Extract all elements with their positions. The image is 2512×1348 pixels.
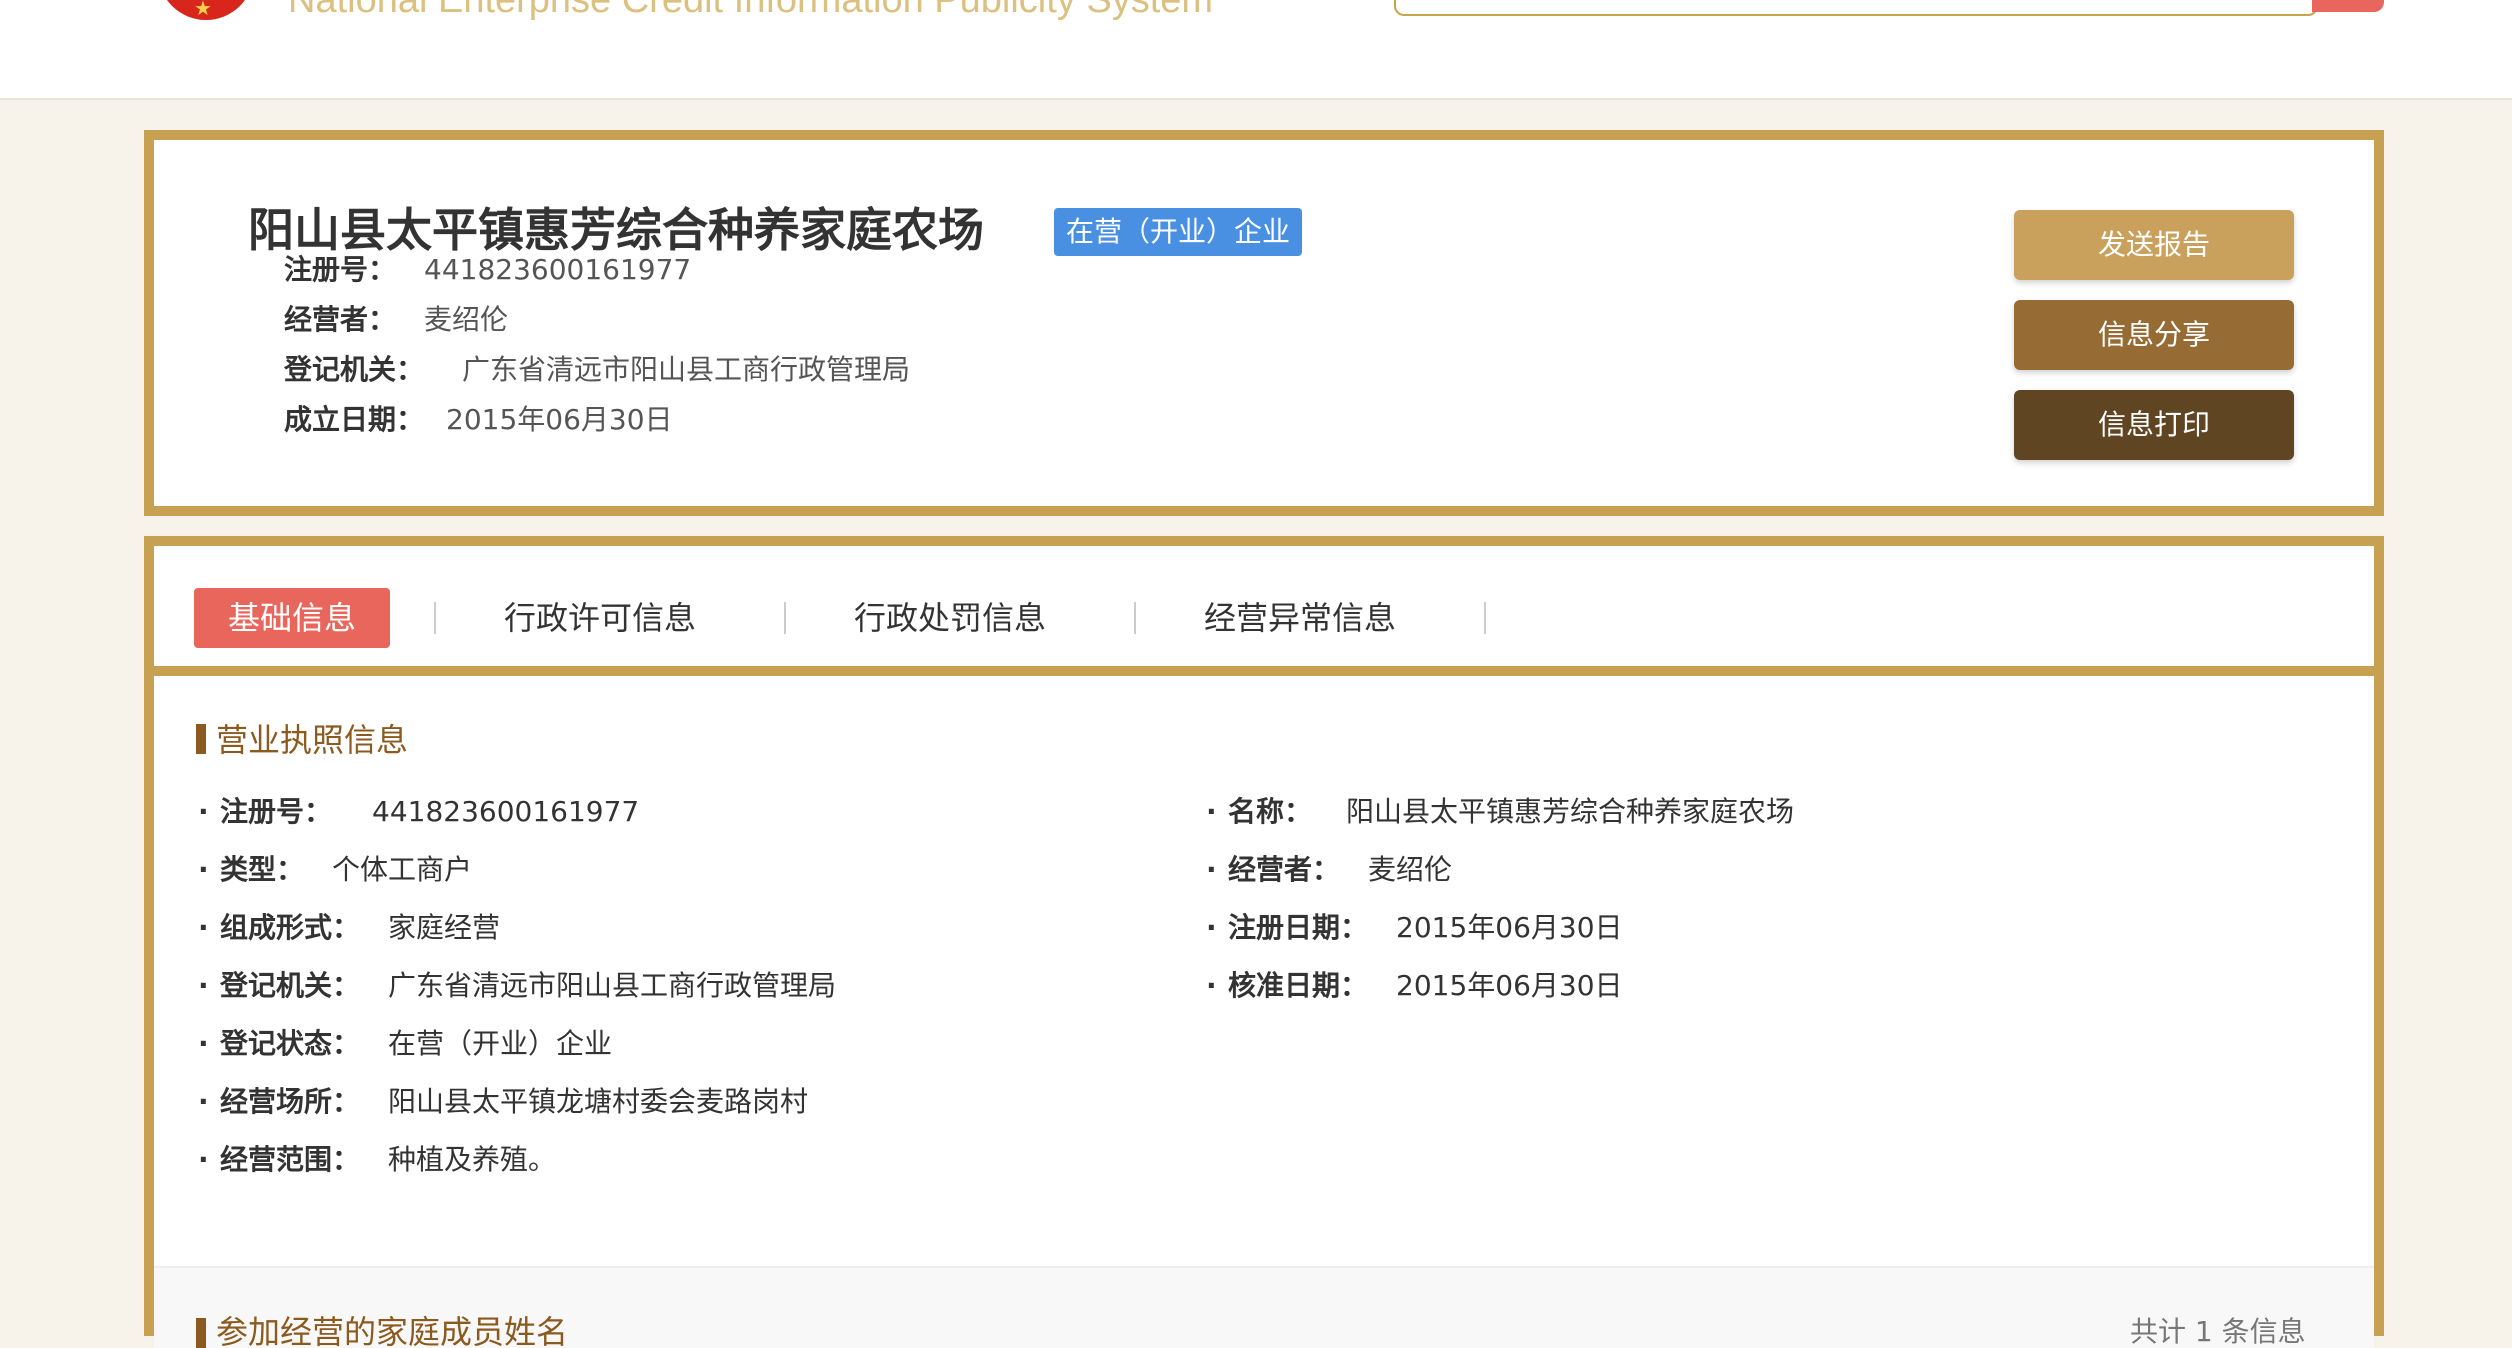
field-value: 广东省清远市阳山县工商行政管理局 [388, 969, 837, 1002]
field-registration-date: · 注册日期： 2015年06月30日 [1206, 906, 1623, 950]
share-info-button[interactable]: 信息分享 [2014, 300, 2294, 370]
bullet: · [1206, 853, 1217, 886]
tab-bar: 基础信息 行政许可信息 行政处罚信息 经营异常信息 [154, 546, 2374, 676]
bullet: · [198, 853, 209, 886]
site-title-en: National Enterprise Credit Information P… [288, 0, 1214, 21]
meta-label: 注册号： [284, 253, 397, 286]
meta-label: 经营者： [284, 303, 397, 336]
meta-value: 2015年06月30日 [446, 403, 673, 436]
section-title: 参加经营的家庭成员姓名 [216, 1313, 569, 1348]
info-panel: 基础信息 行政许可信息 行政处罚信息 经营异常信息 营业执照信息 · 注册号： 44… [144, 536, 2384, 1348]
field-value: 家庭经营 [388, 911, 501, 944]
field-label: 名称： [1228, 795, 1313, 828]
status-badge: 在营（开业）企业 [1054, 208, 1303, 256]
record-count: 共计 1 条信息 [2130, 1315, 2306, 1348]
tab-admin-penalty[interactable]: 行政处罚信息 [852, 588, 1048, 648]
field-value: 在营（开业）企业 [388, 1027, 613, 1060]
field-business-address: · 经营场所： 阳山县太平镇龙塘村委会麦路岗村 [198, 1080, 808, 1124]
meta-value: 441823600161977 [424, 253, 692, 286]
site-header: ★ National Enterprise Credit Information… [0, 0, 2512, 100]
meta-label: 成立日期： [284, 403, 425, 436]
bullet: · [198, 1143, 209, 1176]
field-label: 注册号： [220, 795, 333, 828]
field-label: 类型： [220, 853, 305, 886]
field-label: 注册日期： [1228, 911, 1369, 944]
tab-basic-info[interactable]: 基础信息 [194, 588, 390, 648]
bullet: · [198, 1027, 209, 1060]
tab-separator [1134, 602, 1136, 634]
field-label: 经营范围： [220, 1143, 361, 1176]
tab-separator [434, 602, 436, 634]
field-label: 经营场所： [220, 1085, 361, 1118]
field-label: 登记机关： [220, 969, 361, 1002]
meta-establishment-date: 成立日期： 2015年06月30日 [284, 400, 673, 440]
field-type: · 类型： 个体工商户 [198, 848, 472, 892]
field-name: · 名称： 阳山县太平镇惠芳综合种养家庭农场 [1206, 790, 1794, 834]
field-label: 核准日期： [1228, 969, 1369, 1002]
field-value: 种植及养殖。 [388, 1143, 557, 1176]
field-value: 阳山县太平镇惠芳综合种养家庭农场 [1346, 795, 1795, 828]
meta-operator: 经营者： 麦绍伦 [284, 300, 508, 340]
send-report-button[interactable]: 发送报告 [2014, 210, 2294, 280]
emblem-star-icon: ★ [194, 0, 212, 20]
tab-separator [784, 602, 786, 634]
field-approval-date: · 核准日期： 2015年06月30日 [1206, 964, 1623, 1008]
field-value: 2015年06月30日 [1396, 969, 1623, 1002]
field-registration-authority: · 登记机关： 广东省清远市阳山县工商行政管理局 [198, 964, 836, 1008]
tab-separator [1484, 602, 1486, 634]
field-value: 阳山县太平镇龙塘村委会麦路岗村 [388, 1085, 809, 1118]
field-registration-status: · 登记状态： 在营（开业）企业 [198, 1022, 612, 1066]
bullet: · [1206, 795, 1217, 828]
field-value: 个体工商户 [332, 853, 473, 886]
bullet: · [1206, 911, 1217, 944]
field-value: 2015年06月30日 [1396, 911, 1623, 944]
section-marker [196, 1318, 206, 1348]
bullet: · [198, 1085, 209, 1118]
bullet: · [198, 795, 209, 828]
print-info-button[interactable]: 信息打印 [2014, 390, 2294, 460]
search-input[interactable] [1394, 0, 2318, 16]
bullet: · [198, 969, 209, 1002]
family-members-section: 参加经营的家庭成员姓名 共计 1 条信息 [154, 1266, 2374, 1348]
field-composition: · 组成形式： 家庭经营 [198, 906, 500, 950]
field-label: 组成形式： [220, 911, 361, 944]
tab-admin-license[interactable]: 行政许可信息 [502, 588, 698, 648]
field-label: 经营者： [1228, 853, 1341, 886]
field-business-scope: · 经营范围： 种植及养殖。 [198, 1138, 556, 1182]
bullet: · [198, 911, 209, 944]
meta-registration-number: 注册号： 441823600161977 [284, 250, 691, 290]
meta-value: 广东省清远市阳山县工商行政管理局 [462, 353, 911, 386]
field-value: 麦绍伦 [1368, 853, 1453, 886]
meta-label: 登记机关： [284, 353, 425, 386]
search-button[interactable] [2312, 0, 2384, 12]
section-marker [196, 724, 206, 754]
meta-registration-authority: 登记机关： 广东省清远市阳山县工商行政管理局 [284, 350, 910, 390]
meta-value: 麦绍伦 [424, 303, 509, 336]
bullet: · [1206, 969, 1217, 1002]
field-registration-number: · 注册号： 441823600161977 [198, 790, 639, 834]
company-summary-card: 阳山县太平镇惠芳综合种养家庭农场 在营（开业）企业 注册号： 4418236001… [144, 130, 2384, 516]
field-operator: · 经营者： 麦绍伦 [1206, 848, 1452, 892]
field-label: 登记状态： [220, 1027, 361, 1060]
tab-abnormal-operation[interactable]: 经营异常信息 [1202, 588, 1398, 648]
field-value: 441823600161977 [372, 795, 640, 828]
section-title: 营业执照信息 [216, 721, 409, 759]
